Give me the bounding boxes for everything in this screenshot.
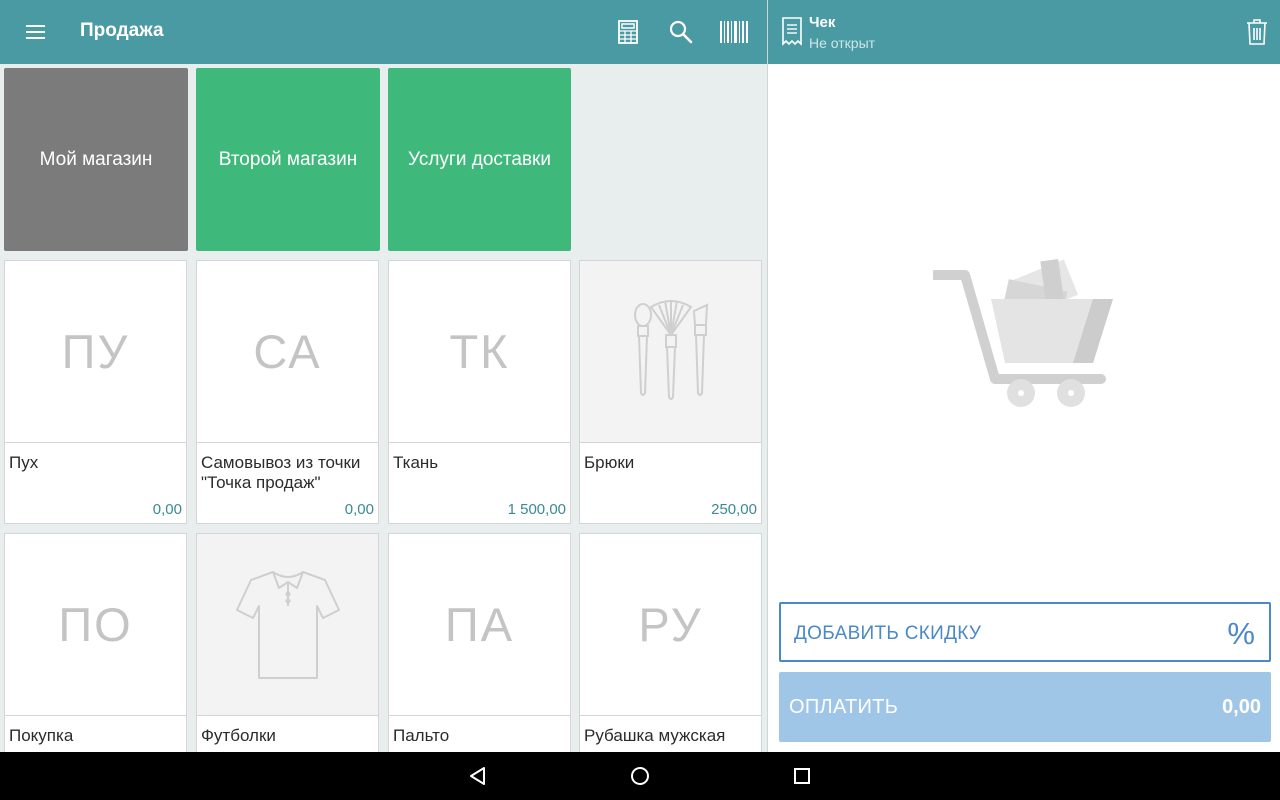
product-thumb: ПА (389, 534, 570, 716)
page-title: Продажа (80, 20, 164, 41)
product-price: 0,00 (152, 501, 182, 518)
category-my-store[interactable]: Мой магазин (4, 68, 188, 251)
product-tile[interactable]: Брюки 250,00 (579, 260, 762, 524)
product-thumb: ПО (5, 534, 186, 716)
barcode-icon[interactable] (717, 16, 751, 48)
product-thumb: ПУ (5, 261, 186, 443)
product-name: Покупка (9, 726, 74, 745)
category-second-store[interactable]: Второй магазин (196, 68, 380, 251)
search-icon[interactable] (665, 16, 697, 48)
percent-icon: % (1227, 616, 1255, 651)
receipt-title: Чек (809, 14, 836, 31)
product-thumb: РУ (580, 534, 761, 716)
product-initials: РУ (638, 598, 703, 651)
category-delivery-services[interactable]: Услуги доставки (388, 68, 571, 251)
product-initials: ПА (444, 598, 515, 651)
add-discount-label: ДОБАВИТЬ СКИДКУ (794, 623, 982, 644)
product-name: Пальто (393, 726, 450, 745)
product-tile[interactable]: ПА Пальто (388, 533, 571, 752)
receipt-status: Не открыт (809, 35, 876, 51)
product-thumb: ТК (389, 261, 570, 443)
empty-cart-icon (933, 258, 1113, 407)
system-navigation-bar (0, 752, 1280, 800)
product-tile[interactable]: ПУ Пух 0,00 (4, 260, 187, 524)
product-tile[interactable]: Футболки (196, 533, 379, 752)
category-label: Услуги доставки (408, 148, 551, 170)
product-tile[interactable]: РУ Рубашка мужская (579, 533, 762, 752)
product-initials: ПО (58, 598, 133, 651)
product-initials: ПУ (61, 325, 130, 378)
receipt-pane: Чек Не открыт ДОБАВИТЬ СКИДКУ % ОПЛАТИТЬ… (767, 0, 1280, 752)
product-thumb (580, 261, 761, 443)
makeup-brushes-icon (633, 299, 708, 400)
product-price: 250,00 (711, 501, 757, 518)
product-initials: СА (253, 325, 322, 378)
product-tile[interactable]: ПО Покупка (4, 533, 187, 752)
product-thumb: СА (197, 261, 378, 443)
product-tile[interactable]: СА Самовывоз из точки "Точка продаж" 0,0… (196, 260, 379, 524)
pay-label: ОПЛАТИТЬ (789, 696, 899, 718)
category-label: Второй магазин (218, 148, 358, 170)
product-price: 0,00 (344, 501, 374, 518)
pay-amount: 0,00 (1222, 696, 1261, 718)
product-name: Футболки (201, 726, 276, 745)
product-initials: ТК (449, 325, 510, 378)
product-name: Брюки (584, 453, 635, 472)
trash-icon[interactable] (1245, 18, 1269, 46)
receipt-icon (782, 17, 802, 46)
product-tile[interactable]: ТК Ткань 1 500,00 (388, 260, 571, 524)
product-thumb (197, 534, 378, 716)
polo-shirt-icon (235, 570, 340, 679)
product-pane: Продажа Мой магазин Второй магазин Услуг… (0, 0, 767, 752)
sale-toolbar: Продажа (0, 0, 767, 64)
product-name: Рубашка мужская (584, 726, 726, 745)
product-price: 1 500,00 (507, 501, 566, 518)
calculator-icon[interactable] (612, 16, 644, 48)
pay-button[interactable]: ОПЛАТИТЬ 0,00 (779, 672, 1271, 742)
product-name: Пух (9, 453, 39, 472)
receipt-toolbar: Чек Не открыт (768, 0, 1280, 64)
add-discount-button[interactable]: ДОБАВИТЬ СКИДКУ % (779, 602, 1271, 662)
category-label: Мой магазин (39, 148, 153, 170)
hamburger-menu-icon[interactable] (18, 20, 54, 44)
recents-icon[interactable] (790, 764, 814, 788)
back-icon[interactable] (466, 764, 490, 788)
product-name: Самовывоз из точки "Точка продаж" (201, 453, 361, 492)
product-name: Ткань (393, 453, 439, 472)
home-icon[interactable] (628, 764, 652, 788)
